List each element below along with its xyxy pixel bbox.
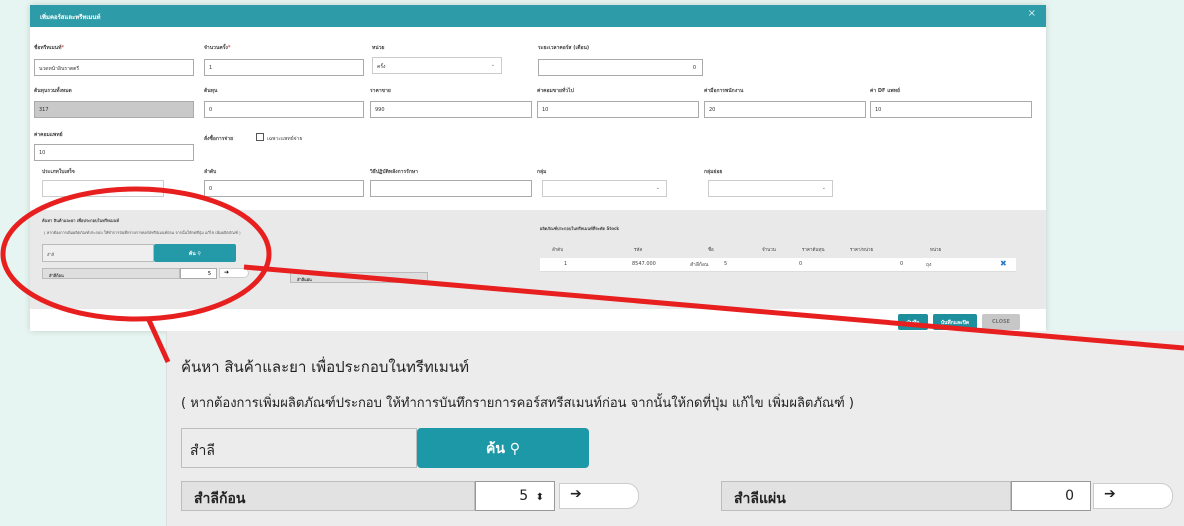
doctor-commission-input[interactable]: 10 [34,144,194,161]
column-header: ชื่อ [708,248,714,253]
zoom-hint: ( หากต้องการเพิ่มผลิตภัณฑ์ประกอบ ให้ทำกา… [181,396,855,411]
save-button[interactable]: บันทึก [898,314,928,330]
item-1-label: สำลีก้อน [49,273,64,278]
search-term-box[interactable]: สำลี [42,244,154,262]
row-cost: 0 [799,261,803,267]
column-header: หน่วย [930,248,942,253]
table-row: 1 8547.000 สำลีก้อน 5 0 0 ถุง ✖ [540,258,1016,272]
zoom-search-term: สำลี [190,443,215,459]
price-input[interactable]: 990 [370,101,532,118]
column-header: ราคาต้นทุน [802,248,825,253]
product-table-title: ผลิตภัณฑ์ประกอบในทรีทเมนท์ที่จะตัด Stock [540,226,620,231]
search-button-label: ค้น [188,251,196,257]
group-label: กลุ่ม [537,169,547,175]
unit-value: ครั้ง [377,64,386,70]
doctor-df-input[interactable]: 10 [870,101,1032,118]
column-header: ลำดับ [552,248,564,253]
dialog-header: เพิ่มคอร์สและทรีทเมนท์ × [30,5,1046,27]
subgroup-label: กลุ่มย่อย [704,169,723,175]
zoom-title: ค้นหา สินค้าและยา เพื่อประกอบในทรีทเมนท์ [181,358,469,376]
treatment-name-label: ชื่อทรีทเมนท์* [34,45,65,51]
item-1-qty-input[interactable]: 5 [180,268,217,279]
order-label: ลำดับ [204,169,217,175]
column-header: จำนวน [762,248,776,253]
row-name: สำลีก้อน [690,262,709,268]
row-unit-price: 0 [900,261,904,267]
close-icon[interactable]: × [1028,8,1036,19]
unit-label: หน่วย [372,45,385,51]
cost-label: ต้นทุน [204,88,218,94]
zoom-item-2-add-button[interactable]: ➔ [1093,483,1173,509]
price-label: ราคาขาย [370,88,391,94]
dialog-body: ชื่อทรีทเมนท์* นวดหน้าอินราตตรี จำนวนครั… [30,27,1046,331]
sales-commission-input[interactable]: 10 [537,101,699,118]
search-section-title: ค้นหา สินค้าและยา เพื่อประกอบในทรีทเมนท์ [42,218,120,223]
doctor-only-label: เฉพาะแพทย์จ่าย [267,136,303,142]
staff-fee-label: ค่ามือการพนักงาน [704,88,744,94]
item-2-label-box: สำลีแผ่น [290,272,428,283]
close-button[interactable]: CLOSE [982,314,1020,330]
search-term: สำลี [47,252,55,257]
zoom-search-button-label: ค้น [485,441,505,457]
receipt-type-select[interactable]: ⌄ [42,180,164,197]
zoom-search-button[interactable]: ค้น ⚲ [417,428,589,468]
treatment-name-input[interactable]: นวดหน้าอินราตตรี [34,59,194,76]
zoom-item-1-add-button[interactable]: ➔ [559,483,639,509]
delete-icon[interactable]: ✖ [1000,259,1007,268]
item-1-label-box: สำลีก้อน [42,268,180,279]
save-close-button[interactable]: บันทึกและปิด [933,314,977,330]
column-header: รหัส [634,248,643,253]
row-unit: ถุง [926,262,932,268]
zoom-item-1-label: สำลีก้อน [181,481,475,511]
duration-label: ระยะเวลาคอร์ส (เดือน) [538,45,590,51]
search-button[interactable]: ค้น ⚲ [154,244,236,262]
search-icon: ⚲ [509,441,521,457]
duration-input[interactable]: 0 [538,59,703,76]
spinner-icon[interactable]: ⬍ [536,492,544,503]
doctor-df-label: ค่า DF แพทย์ [870,88,900,94]
zoom-search-term-box[interactable]: สำลี [181,428,417,468]
row-no: 1 [564,261,568,267]
staff-fee-input[interactable]: 20 [704,101,866,118]
product-table-header: ลำดับ รหัส ชื่อ จำนวน ราคาต้นทุน ราคา/หน… [540,242,1016,256]
search-section-hint: ( หากต้องการเพิ่มผลิตภัณฑ์ประกอบ ให้ทำกา… [44,230,241,235]
sales-commission-label: ค่าคอมขายทั่วไป [537,88,574,94]
zoom-item-2-label: สำลีแผ่น [721,481,1011,511]
chevron-down-icon: ⌄ [490,62,495,68]
chevron-down-icon: ⌄ [821,185,826,191]
zoom-item-1-qty[interactable]: 5 ⬍ [475,481,555,511]
row-qty: 5 [724,261,728,267]
item-2-label: สำลีแผ่น [297,277,312,282]
zoom-panel: ค้นหา สินค้าและยา เพื่อประกอบในทรีทเมนท์… [166,331,1184,526]
doctor-only-checkbox[interactable] [256,133,264,141]
count-label: จำนวนครั้ง* [204,45,231,51]
doctor-commission-label: ค่าคอมแพทย์ [34,132,63,138]
zoom-item-1-qty-value: 5 [519,488,529,504]
treatment-usage-label: วิธีปฏิบัติหลังการรักษา [370,169,418,175]
cost-total-label: ต้นทุนรวมทั้งหมด [34,88,72,94]
chevron-down-icon: ⌄ [655,185,660,191]
treatment-usage-input[interactable] [370,180,532,197]
zoom-item-2-qty[interactable]: 0 [1011,481,1091,511]
cost-input[interactable]: 0 [204,101,364,118]
subgroup-select[interactable]: ⌄ [708,180,833,197]
dialog-title: เพิ่มคอร์สและทรีทเมนท์ [40,14,101,21]
search-icon: ⚲ [197,251,202,257]
count-input[interactable]: 1 [204,59,364,76]
order-type-label: สั่งซื้อการจ่าย [204,136,234,142]
column-header: ราคา/หน่วย [850,248,874,253]
group-select[interactable]: ⌄ [542,180,667,197]
cost-total-input: 317 [34,101,194,118]
item-1-add-button[interactable]: ➔ [219,268,249,278]
order-input[interactable]: 0 [204,180,364,197]
chevron-down-icon: ⌄ [152,185,157,191]
row-code: 8547.000 [632,261,656,267]
unit-select[interactable]: ครั้ง ⌄ [372,57,502,74]
receipt-type-label: ประเภทใบเสร็จ [42,169,75,175]
product-search-section: ค้นหา สินค้าและยา เพื่อประกอบในทรีทเมนท์… [30,210,1046,309]
treatment-dialog: เพิ่มคอร์สและทรีทเมนท์ × ชื่อทรีทเมนท์* … [30,5,1046,331]
